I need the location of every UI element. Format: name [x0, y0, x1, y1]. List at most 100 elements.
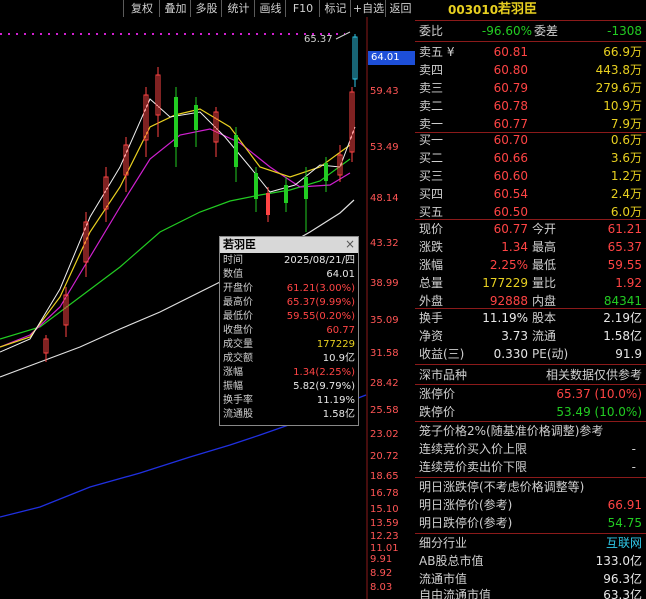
bid-label: 买三: [419, 169, 444, 183]
cont-sell-value: -: [631, 460, 636, 474]
cont-sell-label: 连续竞价卖出价下限: [419, 460, 528, 474]
back-button[interactable]: 返回: [385, 0, 415, 17]
mark-button[interactable]: 标记: [319, 0, 351, 17]
cage-price-label: 笼子价格2%(随基准价格调整)参考: [419, 424, 604, 438]
axis-label: 31.58: [370, 348, 399, 359]
cont-buy-label: 连续竞价买入价上限: [419, 442, 528, 456]
ask-row[interactable]: 卖三 60.79 279.6万: [415, 79, 646, 97]
ask-price: 60.79: [493, 81, 528, 95]
bid-label: 买四: [419, 187, 444, 201]
stats-value: 1.58亿: [603, 329, 642, 343]
tooltip-value: 2025/08/21/四: [283, 255, 355, 266]
ask-price: 60.78: [493, 99, 528, 113]
quote-label: 量比: [532, 276, 557, 290]
axis-label: 48.14: [370, 193, 399, 204]
tooltip-row: 流通股 1.58亿: [220, 409, 358, 421]
overlay-button[interactable]: 叠加: [159, 0, 191, 17]
tomorrow-up-label: 明日涨停价(参考): [419, 498, 513, 512]
tooltip-row: 开盘价 61.21(3.00%): [220, 283, 358, 295]
tooltip-value: 65.37(9.99%): [286, 297, 355, 308]
add-watchlist-button[interactable]: +自选: [350, 0, 386, 17]
bid-row[interactable]: 买一 60.70 0.6万: [415, 131, 646, 149]
tooltip-key: 涨幅: [223, 367, 243, 378]
stock-terminal: 复权 叠加 多股 统计 画线 F10 标记 +自选 返回 65.37 64.01…: [0, 0, 646, 599]
tooltip-value: 5.82(9.79%): [293, 381, 355, 392]
bid-row[interactable]: 买三 60.60 1.2万: [415, 167, 646, 185]
candle-info-tooltip: 若羽臣 × 时间 2025/08/21/四 数值 64.01 开盘价 61.21(3.00…: [219, 236, 359, 426]
tooltip-key: 成交量: [223, 339, 253, 350]
weibi-value: -96.60%: [481, 24, 532, 38]
multi-stock-button[interactable]: 多股: [190, 0, 222, 17]
free-cap-label: 自由流通市值: [419, 588, 492, 599]
tooltip-row: 最低价 59.55(0.20%): [220, 311, 358, 323]
axis-label: 35.09: [370, 315, 399, 326]
stats-label: 收益(三): [419, 347, 465, 361]
tooltip-value: 59.55(0.20%): [286, 311, 355, 322]
stats-row: 换手 11.19% 股本 2.19亿: [415, 309, 646, 327]
tooltip-row: 最高价 65.37(9.99%): [220, 297, 358, 309]
weicha-value: -1308: [607, 24, 642, 38]
industry-link[interactable]: 互联网: [606, 534, 642, 552]
tomorrow-up-row: 明日涨停价(参考) 66.91: [415, 496, 646, 514]
axis-label: 8.03: [370, 582, 393, 593]
ab-cap-row: AB股总市值 133.0亿: [415, 552, 646, 570]
ask-row[interactable]: 卖五 ¥ 60.81 66.9万: [415, 43, 646, 61]
quote-label: 今开: [532, 222, 557, 236]
ask-volume: 10.9万: [603, 99, 642, 113]
cont-buy-value: -: [631, 442, 636, 456]
tooltip-value: 10.9亿: [322, 353, 355, 364]
tooltip-row: 收盘价 60.77: [220, 325, 358, 337]
ab-cap-label: AB股总市值: [419, 554, 484, 568]
axis-label: 43.32: [370, 238, 399, 249]
bid-price: 60.60: [493, 169, 528, 183]
bid-label: 买一: [419, 133, 444, 147]
stock-header: 003010 若羽臣: [415, 0, 646, 21]
axis-label: 38.99: [370, 278, 399, 289]
quote-value: 59.55: [607, 258, 642, 272]
stats-label: 净资: [419, 329, 444, 343]
section-title: 深市品种: [419, 368, 468, 382]
stats-label: 股本: [532, 311, 557, 325]
tooltip-key: 数值: [223, 269, 243, 280]
bid-row[interactable]: 买四 60.54 2.4万: [415, 185, 646, 203]
tooltip-row: 数值 64.01: [220, 269, 358, 281]
stats-label: PE(动): [532, 347, 569, 361]
close-icon[interactable]: ×: [345, 237, 355, 251]
bid-volume: 1.2万: [610, 169, 642, 183]
ask-label: 卖五 ¥: [419, 45, 455, 59]
tooltip-row: 成交额 10.9亿: [220, 353, 358, 365]
draw-line-button[interactable]: 画线: [254, 0, 286, 17]
quote-label: 现价: [419, 222, 444, 236]
statistics-button[interactable]: 统计: [221, 0, 255, 17]
quote-row: 涨跌 1.34 最高 65.37: [415, 238, 646, 256]
bid-volume: 0.6万: [610, 133, 642, 147]
axis-label: 28.42: [370, 378, 399, 389]
stats-value: 2.19亿: [603, 311, 642, 325]
bid-price: 60.70: [493, 133, 528, 147]
stats-label: 流通: [532, 329, 557, 343]
tomorrow-up-value: 66.91: [607, 498, 642, 512]
axis-label: 53.49: [370, 142, 399, 153]
restore-rights-button[interactable]: 复权: [123, 0, 160, 17]
ask-price: 60.80: [493, 63, 528, 77]
bid-row[interactable]: 买二 60.66 3.6万: [415, 149, 646, 167]
ask-row[interactable]: 卖二 60.78 10.9万: [415, 97, 646, 115]
ab-cap-value: 133.0亿: [595, 554, 642, 568]
tooltip-key: 时间: [223, 255, 243, 266]
quote-value: 60.77: [493, 222, 528, 236]
quote-label: 总量: [419, 276, 444, 290]
tooltip-value: 1.34(2.25%): [293, 367, 355, 378]
industry-row: 细分行业 互联网: [415, 534, 646, 552]
tooltip-key: 流通股: [223, 409, 253, 420]
stats-value: 91.9: [615, 347, 642, 361]
limit-up-label: 涨停价: [419, 387, 456, 401]
tooltip-row: 振幅 5.82(9.79%): [220, 381, 358, 393]
axis-label: 20.72: [370, 451, 399, 462]
quote-value: 177229: [482, 276, 528, 290]
ask-row[interactable]: 卖四 60.80 443.8万: [415, 61, 646, 79]
f10-button[interactable]: F10: [285, 0, 320, 17]
axis-label: 23.02: [370, 429, 399, 440]
section-note: 相关数据仅供参考: [545, 368, 642, 382]
quote-value: 1.34: [501, 240, 528, 254]
axis-label: 9.91: [370, 554, 393, 565]
